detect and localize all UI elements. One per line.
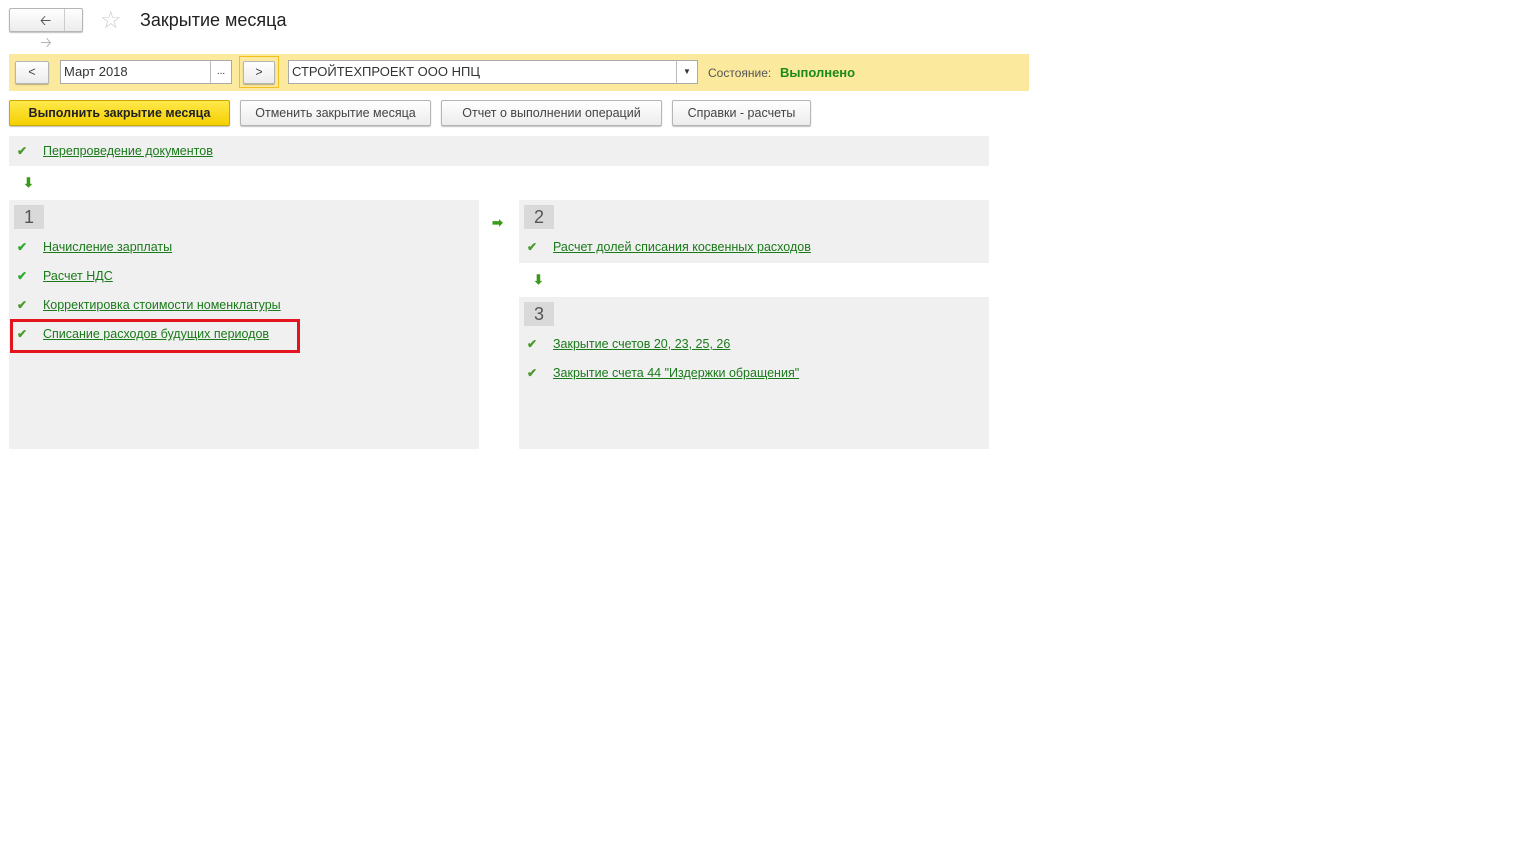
check-edit-icon: ✔ bbox=[17, 269, 28, 283]
check-icon: ✔ bbox=[527, 240, 538, 254]
list-item: ✔ Начисление зарплаты bbox=[9, 240, 172, 254]
operation-link[interactable]: Закрытие счетов 20, 23, 25, 26 bbox=[553, 337, 730, 351]
group-3-panel: 3 ✔ Закрытие счетов 20, 23, 25, 26 ✔ Закры… bbox=[519, 297, 989, 449]
list-item: ✔ Закрытие счета 44 "Издержки обращения" bbox=[519, 366, 799, 380]
list-item: ✔ Расчет долей списания косвенных расходо… bbox=[519, 240, 811, 254]
check-icon: ✔ bbox=[527, 366, 538, 380]
check-edit-icon: ✔ bbox=[17, 240, 28, 254]
group-1-panel: 1 ✔ Начисление зарплаты ✔ Расчет НДС ✔ Корр… bbox=[9, 200, 479, 449]
period-value: Март 2018 bbox=[64, 64, 128, 79]
operation-link[interactable]: Расчет НДС bbox=[43, 269, 113, 283]
back-button[interactable]: 🡠 bbox=[28, 9, 65, 31]
page-title: Закрытие месяца bbox=[140, 10, 287, 30]
check-icon: ✔ bbox=[17, 298, 28, 312]
period-select-button[interactable]: ... bbox=[210, 61, 231, 83]
organization-value: СТРОЙТЕХПРОЕКТ ООО НПЦ bbox=[292, 64, 480, 79]
reposting-link[interactable]: Перепроведение документов bbox=[43, 144, 213, 158]
prev-period-button[interactable]: < bbox=[15, 61, 49, 84]
arrow-down-icon: ⬇ bbox=[23, 175, 34, 190]
execute-closing-button[interactable]: Выполнить закрытие месяца bbox=[9, 100, 230, 126]
check-icon: ✔ bbox=[527, 337, 538, 351]
operation-link[interactable]: Закрытие счета 44 "Издержки обращения" bbox=[553, 366, 799, 380]
list-item: ✔ Перепроведение документов bbox=[9, 144, 213, 158]
state-value: Выполнено bbox=[780, 65, 856, 80]
favorite-star-icon[interactable]: ☆ bbox=[100, 6, 122, 35]
arrow-right-icon: ➡ bbox=[492, 215, 503, 230]
list-item: ✔ Расчет НДС bbox=[9, 269, 113, 283]
operation-link[interactable]: Начисление зарплаты bbox=[43, 240, 172, 254]
group-number: 1 bbox=[14, 205, 44, 229]
forward-button[interactable]: 🡢 bbox=[28, 31, 64, 53]
group-number: 2 bbox=[524, 205, 554, 229]
reposting-panel: ✔ Перепроведение документов bbox=[9, 136, 989, 166]
arrow-down-icon: ⬇ bbox=[533, 272, 544, 287]
list-item: ✔ Корректировка стоимости номенклатуры bbox=[9, 298, 281, 312]
list-item: ✔ Закрытие счетов 20, 23, 25, 26 bbox=[519, 337, 730, 351]
operations-report-button[interactable]: Отчет о выполнении операций bbox=[441, 100, 662, 126]
period-field[interactable]: Март 2018... bbox=[60, 60, 232, 84]
dropdown-icon[interactable]: ▼ bbox=[676, 61, 697, 83]
toolbar-panel: < Март 2018... > СТРОЙТЕХПРОЕКТ ООО НПЦ ▼… bbox=[9, 54, 1029, 91]
next-focus-frame: > bbox=[239, 56, 279, 88]
next-period-button[interactable]: > bbox=[243, 61, 275, 84]
operation-link[interactable]: Корректировка стоимости номенклатуры bbox=[43, 298, 281, 312]
references-button[interactable]: Справки - расчеты bbox=[672, 100, 811, 126]
state-label: Состояние: bbox=[708, 66, 772, 80]
check-icon: ✔ bbox=[17, 144, 28, 158]
operation-link[interactable]: Расчет долей списания косвенных расходов bbox=[553, 240, 811, 254]
nav-buttons: 🡠🡢 bbox=[9, 8, 83, 50]
group-number: 3 bbox=[524, 302, 554, 326]
highlight-box bbox=[10, 319, 300, 353]
group-2-panel: 2 ✔ Расчет долей списания косвенных расхо… bbox=[519, 200, 989, 263]
cancel-closing-button[interactable]: Отменить закрытие месяца bbox=[240, 100, 431, 126]
organization-field[interactable]: СТРОЙТЕХПРОЕКТ ООО НПЦ ▼ bbox=[288, 60, 698, 84]
